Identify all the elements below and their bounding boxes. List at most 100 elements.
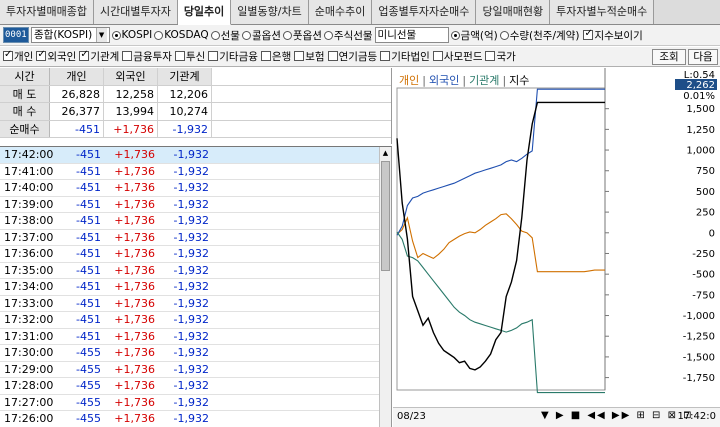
radio-amount[interactable]: 금액(억) <box>450 28 498 43</box>
scroll-up-icon[interactable]: ▲ <box>380 147 391 159</box>
query-button[interactable]: 조회 <box>652 49 686 65</box>
table-row[interactable]: 17:28:00 -455 +1,736 -1,932 <box>0 378 391 395</box>
value-cell: -1,932 <box>173 263 209 277</box>
investor-label: 개인 <box>14 50 34 63</box>
market-radio-label: 풋옵션 <box>292 29 322 42</box>
chart-legend: 개인 | 외국인 | 기관계 | 지수 <box>399 72 532 88</box>
table-row[interactable]: 17:42:00 -451 +1,736 -1,932 <box>0 147 391 164</box>
market-radio-4[interactable]: 콜옵션 <box>241 28 281 43</box>
chevron-down-icon[interactable]: ▼ <box>95 28 107 42</box>
radio-indicator <box>154 30 164 40</box>
investor-checkbox-6[interactable]: 기타금융 <box>208 49 258 64</box>
table-row[interactable]: 17:41:00 -451 +1,736 -1,932 <box>0 164 391 180</box>
investor-label: 사모펀드 <box>443 50 483 63</box>
legend-entry: 외국인 <box>428 74 460 87</box>
index-code-field[interactable]: 0001 <box>3 27 29 43</box>
market-radio-1[interactable]: KOSPI <box>111 29 152 41</box>
table-row[interactable]: 17:33:00 -451 +1,736 -1,932 <box>0 296 391 312</box>
investor-checkbox-5[interactable]: 투신 <box>174 49 205 64</box>
checkbox-indicator <box>79 49 90 62</box>
investor-checkbox-12[interactable]: 국가 <box>485 49 516 64</box>
tab-7[interactable]: 당일매매현황 <box>476 0 551 24</box>
market-radio-group: KOSPI KOSDAQ 선물 콜옵션 풋옵션 주식선물 <box>110 28 373 43</box>
legend-entry: 지수 <box>509 74 530 87</box>
summary-table: 시간 개인 외국인 기관계 매 도 26,828 12,258 12,206 매 수 26,377… <box>0 68 392 144</box>
table-row[interactable]: 17:34:00 -451 +1,736 -1,932 <box>0 279 391 296</box>
table-row[interactable]: 17:27:00 -455 +1,736 -1,932 <box>0 395 391 411</box>
investor-checkbox-2[interactable]: 외국인 <box>36 49 76 64</box>
investor-checkbox-11[interactable]: 사모펀드 <box>432 49 483 64</box>
investor-checkbox-4[interactable]: 금융투자 <box>122 49 172 64</box>
radio-amount-label: 금액(억) <box>460 29 498 42</box>
summary-header-cell: 시간 <box>0 68 50 85</box>
value-cell: +1,736 <box>114 379 155 392</box>
market-radio-5[interactable]: 풋옵션 <box>282 28 322 43</box>
value-cell: +1,736 <box>114 346 155 359</box>
investor-checkbox-3[interactable]: 기관계 <box>79 49 119 64</box>
tab-8[interactable]: 투자자별누적순매수 <box>550 0 655 24</box>
market-radio-3[interactable]: 선물 <box>210 28 240 43</box>
mini-futures-select[interactable]: 미니선물 <box>374 27 449 43</box>
index-select-value: 종합(KOSPI) <box>34 29 93 41</box>
tab-5[interactable]: 순매수추이 <box>308 0 373 24</box>
tab-1[interactable]: 투자자별매매종합 <box>0 0 94 24</box>
table-row[interactable]: 17:36:00 -451 +1,736 -1,932 <box>0 246 391 263</box>
table-row[interactable]: 17:38:00 -451 +1,736 -1,932 <box>0 213 391 230</box>
y-tick-label: 1,500 <box>686 104 715 115</box>
y-tick-label: 1,250 <box>686 125 715 136</box>
y-tick-label: 750 <box>696 166 715 177</box>
value-cell: -451 <box>76 214 101 227</box>
y-tick-label: -500 <box>692 270 715 281</box>
table-row[interactable]: 17:30:00 -455 +1,736 -1,932 <box>0 345 391 362</box>
value-cell: -1,932 <box>173 164 209 178</box>
table-row[interactable]: 17:39:00 -451 +1,736 -1,932 <box>0 197 391 213</box>
radio-indicator <box>210 30 220 40</box>
value-cell: -1,932 <box>173 280 209 293</box>
table-row[interactable]: 17:35:00 -451 +1,736 -1,932 <box>0 263 391 279</box>
next-button[interactable]: 다음 <box>688 49 718 65</box>
table-row[interactable]: 17:37:00 -451 +1,736 -1,932 <box>0 230 391 246</box>
time-cell: 17:38:00 <box>4 214 54 227</box>
investor-checkbox-7[interactable]: 은행 <box>260 49 291 64</box>
investor-checkbox-8[interactable]: 보험 <box>294 49 325 64</box>
legend-separator: | <box>502 74 507 87</box>
plot-area <box>396 87 606 391</box>
checkbox-indicator <box>260 51 271 62</box>
checkbox-indicator <box>36 49 47 62</box>
market-radio-6[interactable]: 주식선물 <box>323 28 373 43</box>
tab-6[interactable]: 업종별투자자순매수 <box>372 0 477 24</box>
index-view-checkbox[interactable]: 지수보이기 <box>583 28 643 43</box>
tab-4[interactable]: 일별동향/차트 <box>231 0 309 24</box>
table-row[interactable]: 17:26:00 -455 +1,736 -1,932 <box>0 411 391 427</box>
value-cell: -455 <box>76 362 101 376</box>
vertical-scrollbar[interactable]: ▲ <box>379 147 391 427</box>
value-cell: -455 <box>76 346 101 359</box>
value-cell: +1,736 <box>114 247 155 260</box>
table-row[interactable]: 17:29:00 -455 +1,736 -1,932 <box>0 362 391 378</box>
value-cell: -451 <box>76 296 101 310</box>
radio-indicator <box>450 30 460 40</box>
tab-3[interactable]: 당일추이 <box>177 0 232 25</box>
summary-cell: 10,274 <box>158 103 212 120</box>
radio-quantity[interactable]: 수량(천주/계약) <box>499 28 579 43</box>
y-tick-label: -1,750 <box>683 373 715 384</box>
market-toolbar: 0001 종합(KOSPI) ▼ KOSPI KOSDAQ 선물 콜옵션 풋옵션 주식선물… <box>0 25 720 46</box>
summary-cell: 12,206 <box>158 85 212 102</box>
table-row[interactable]: 17:40:00 -451 +1,736 -1,932 <box>0 180 391 197</box>
index-select[interactable]: 종합(KOSPI) ▼ <box>31 27 110 43</box>
table-row[interactable]: 17:32:00 -451 +1,736 -1,932 <box>0 312 391 329</box>
investor-checkbox-1[interactable]: 개인 <box>3 49 33 64</box>
value-cell: +1,736 <box>114 296 155 310</box>
value-cell: -451 <box>76 164 101 178</box>
investor-checkbox-10[interactable]: 기타법인 <box>380 49 430 64</box>
checkbox-indicator <box>294 51 305 62</box>
investor-checkbox-9[interactable]: 연기금등 <box>327 49 377 64</box>
table-row[interactable]: 17:31:00 -451 +1,736 -1,932 <box>0 329 391 345</box>
scrollbar-thumb[interactable] <box>381 161 390 271</box>
chart-nav-icons[interactable]: ▼ ▶ ■ ◀◀ ▶▶ ⊞ ⊟ ⊠ ⊡ <box>541 410 694 421</box>
time-series-table: 17:42:00 -451 +1,736 -1,932 17:41:00 -451 +1,7… <box>0 146 392 427</box>
time-cell: 17:42:00 <box>4 148 54 161</box>
time-cell: 17:36:00 <box>4 247 54 260</box>
market-radio-2[interactable]: KOSDAQ <box>154 29 209 41</box>
tab-2[interactable]: 시간대별투자자 <box>93 0 178 24</box>
